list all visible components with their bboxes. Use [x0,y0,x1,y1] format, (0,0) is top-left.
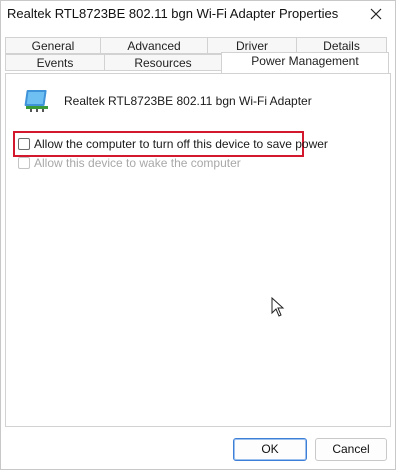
allow-turn-off-label[interactable]: Allow the computer to turn off this devi… [34,137,328,151]
title-bar: Realtek RTL8723BE 802.11 bgn Wi-Fi Adapt… [1,1,395,29]
tab-advanced[interactable]: Advanced [100,37,208,54]
tab-strip: General Advanced Driver Details Events R… [1,35,395,75]
power-management-panel: Realtek RTL8723BE 802.11 bgn Wi-Fi Adapt… [5,73,391,427]
close-icon [370,8,382,20]
close-button[interactable] [365,4,387,24]
allow-wake-label: Allow this device to wake the computer [34,156,241,170]
tab-resources[interactable]: Resources [104,54,222,71]
device-header: Realtek RTL8723BE 802.11 bgn Wi-Fi Adapt… [22,88,312,114]
network-adapter-icon [24,90,48,112]
mouse-pointer-icon [271,297,285,317]
option-allow-wake: Allow this device to wake the computer [18,156,241,170]
allow-wake-checkbox [18,157,30,169]
ok-button[interactable]: OK [233,438,307,461]
allow-turn-off-checkbox[interactable] [18,138,30,150]
tab-power-management[interactable]: Power Management [221,52,389,73]
tab-general[interactable]: General [5,37,101,54]
device-name: Realtek RTL8723BE 802.11 bgn Wi-Fi Adapt… [64,94,312,108]
tab-events[interactable]: Events [5,54,105,71]
window-title: Realtek RTL8723BE 802.11 bgn Wi-Fi Adapt… [7,6,339,21]
cancel-button[interactable]: Cancel [315,438,387,461]
option-allow-turn-off[interactable]: Allow the computer to turn off this devi… [18,137,328,151]
properties-dialog: Realtek RTL8723BE 802.11 bgn Wi-Fi Adapt… [0,0,396,470]
